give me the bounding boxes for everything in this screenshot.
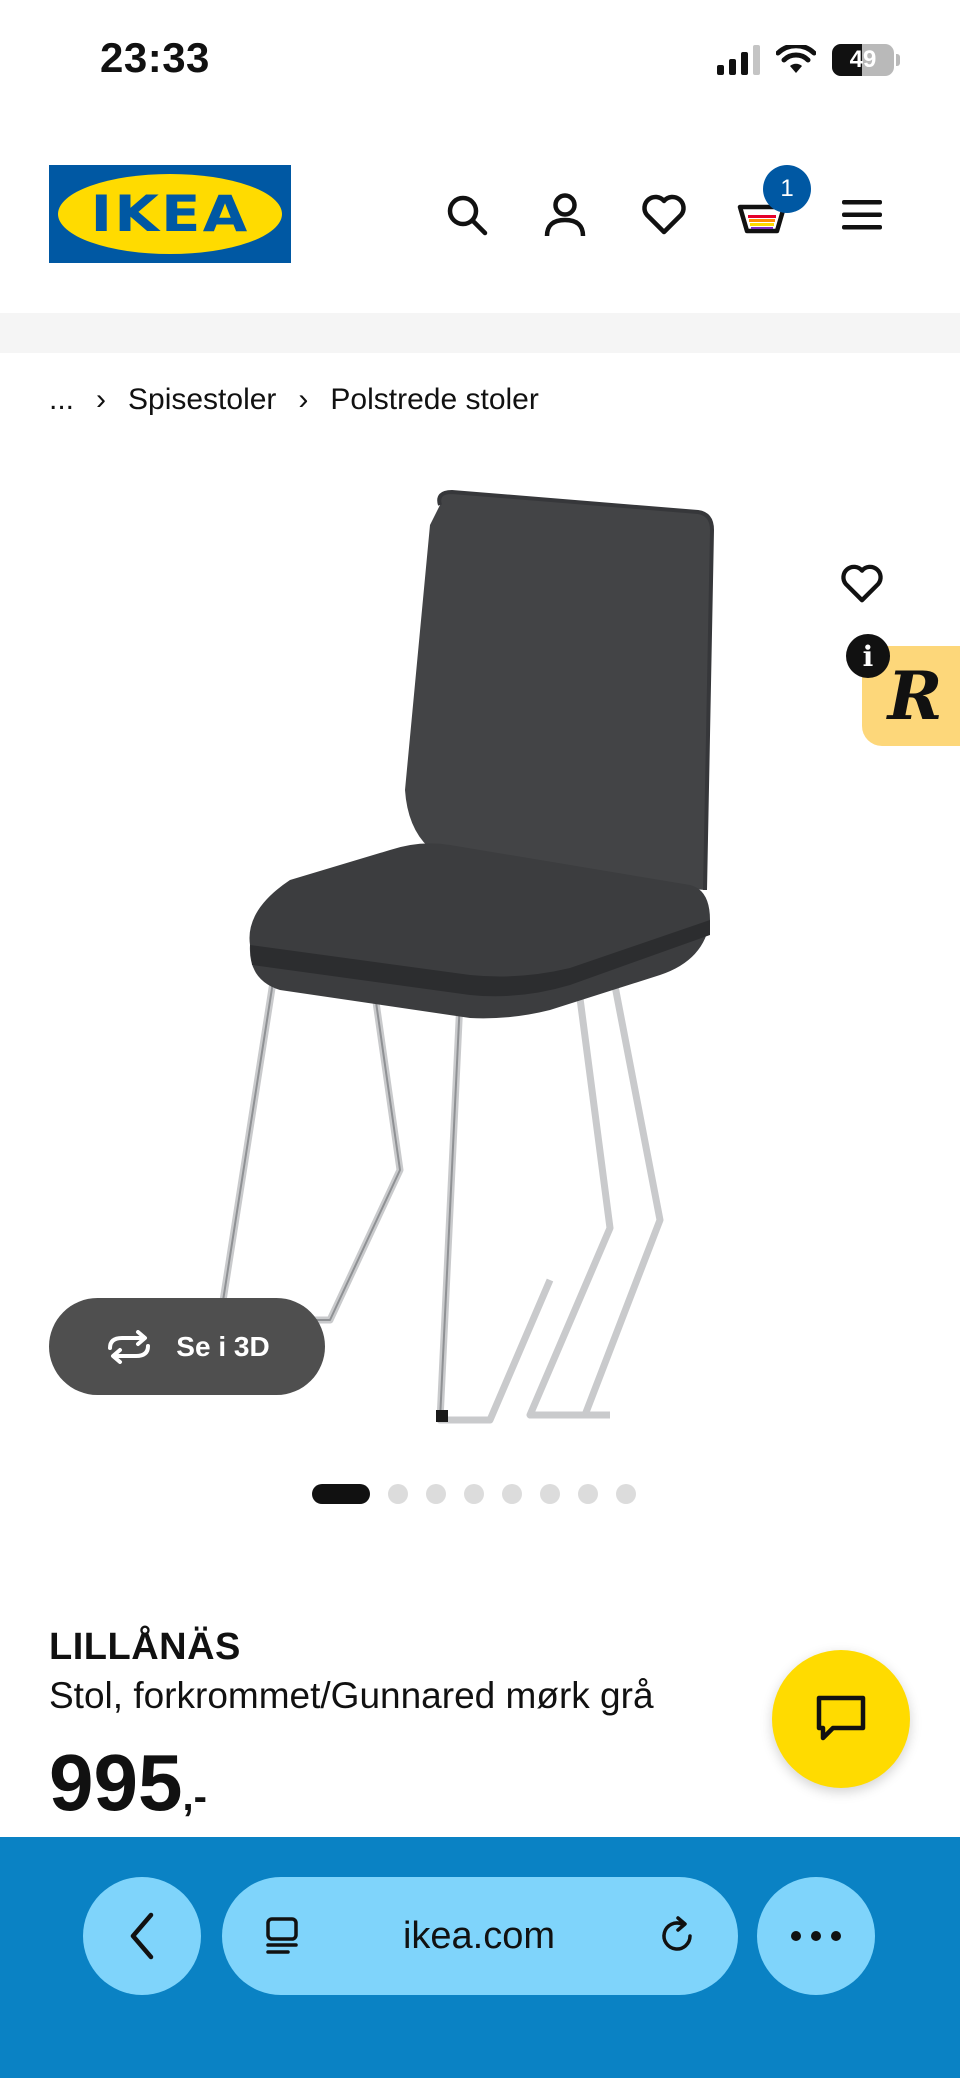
reload-icon[interactable] [656, 1915, 698, 1957]
status-time: 23:33 [100, 34, 210, 81]
product-name: LILLÅNÄS [49, 1626, 241, 1668]
carousel-dot[interactable] [616, 1484, 636, 1504]
chevron-left-icon [130, 1912, 154, 1960]
wifi-icon [776, 45, 816, 73]
info-icon[interactable]: i [846, 634, 890, 678]
carousel-dot[interactable] [388, 1484, 408, 1504]
wishlist-heart-icon[interactable] [632, 183, 696, 247]
cellular-signal-icon [717, 45, 760, 75]
chat-icon [816, 1695, 866, 1741]
carousel-dot[interactable] [540, 1484, 560, 1504]
browser-more-button[interactable] [757, 1877, 875, 1995]
view-in-3d-label: Se i 3D [176, 1330, 270, 1362]
carousel-dot[interactable] [578, 1484, 598, 1504]
ikea-logo[interactable]: IKEA [49, 165, 291, 263]
product-description: Stol, forkrommet/Gunnared mørk grå [49, 1675, 654, 1716]
price-value: 995 [49, 1738, 183, 1827]
carousel-dot[interactable] [426, 1484, 446, 1504]
breadcrumb-ellipsis[interactable]: ... [49, 383, 74, 417]
carousel-dot[interactable] [464, 1484, 484, 1504]
header-divider-band [0, 313, 960, 353]
rotate-3d-icon [108, 1329, 151, 1364]
save-favorite-heart-icon[interactable] [830, 552, 894, 616]
battery-level: 49 [849, 46, 877, 73]
status-icons: 49 [717, 44, 900, 76]
carousel-dot[interactable] [502, 1484, 522, 1504]
chat-button[interactable] [772, 1650, 910, 1788]
breadcrumb-item-dining-chairs[interactable]: Spisestoler [128, 383, 276, 417]
chevron-right-icon: › [96, 383, 107, 416]
breadcrumb-item-upholstered-chairs[interactable]: Polstrede stoler [330, 383, 538, 417]
url-text: ikea.com [402, 1914, 556, 1957]
price-suffix: ,- [182, 1775, 207, 1819]
more-dots-icon [791, 1931, 841, 1941]
menu-icon[interactable] [830, 183, 894, 247]
browser-back-button[interactable] [83, 1877, 201, 1995]
reader-mode-icon[interactable] [262, 1916, 302, 1956]
battery-icon: 49 [832, 44, 894, 76]
cart-count-badge: 1 [763, 165, 811, 213]
address-bar[interactable]: ikea.com [222, 1877, 738, 1995]
carousel-dot-active[interactable] [312, 1484, 370, 1504]
chevron-right-icon: › [298, 383, 309, 416]
product-price: 995,- [49, 1738, 207, 1842]
logo-text: IKEA [90, 185, 250, 243]
view-in-3d-button[interactable]: Se i 3D [49, 1298, 325, 1395]
r-logo-icon: R [887, 657, 943, 735]
image-carousel-dots [312, 1484, 636, 1504]
breadcrumb: ... › Spisestoler › Polstrede stoler [49, 383, 539, 417]
account-icon[interactable] [533, 183, 597, 247]
search-icon[interactable] [435, 183, 499, 247]
